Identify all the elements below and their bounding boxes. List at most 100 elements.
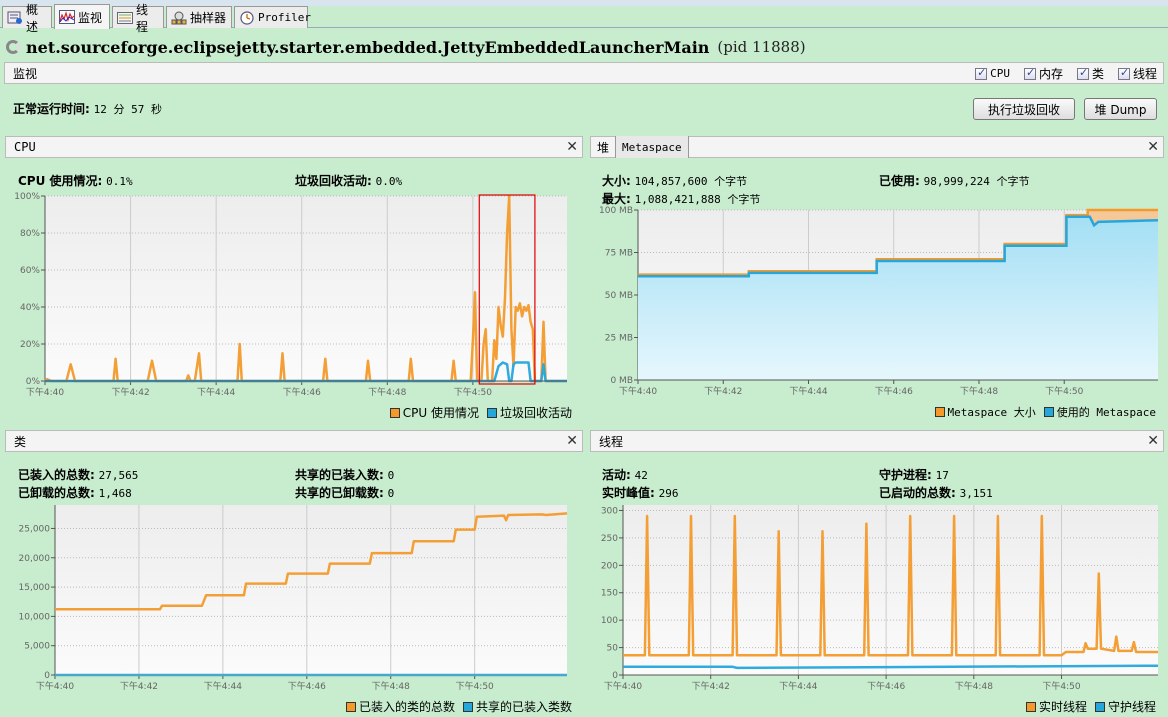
stat-label: 已卸载的总数: [18,486,95,500]
loaded-classes-stat: 已装入的总数: 27,565 [18,466,138,483]
x-tick-label: 下午4:50 [1045,385,1083,397]
uptime-label: 正常运行时间: [13,102,90,116]
metaspace-size-stat: 大小: 104,857,600 个字节 [602,172,747,189]
unloaded-classes-stat: 已卸载的总数: 1,468 [18,484,132,501]
checkbox-label: 类 [1091,67,1104,81]
stat-value: 104,857,600 个字节 [634,175,748,188]
x-tick-label: 下午4:48 [372,680,410,692]
classes-panel-header: 类 ✕ [5,430,583,452]
live-threads-stat: 活动: 42 [602,466,648,483]
metaspace-chart: 0 MB 25 MB 50 MB 75 MB 100 MB 下午4:40 下午4:42 下午4… [599,206,1159,397]
checkbox-label: CPU [990,67,1010,80]
x-tick-label: 下午4:48 [955,680,993,692]
gc-activity-stat: 垃圾回收活动: 0.0% [295,172,402,189]
heap-dump-button[interactable]: 堆 Dump [1084,98,1157,120]
stat-value: 98,999,224 个字节 [923,175,1030,188]
stat-label: 活动: [602,468,631,482]
tab-sampler[interactable]: 抽样器 [166,6,232,28]
x-tick-label: 下午4:50 [456,680,494,692]
close-icon[interactable]: ✕ [566,139,578,155]
tab-threads[interactable]: 线程 [112,3,164,34]
checkbox-checked-icon[interactable] [1023,66,1036,80]
monitor-header: 监视 CPU 内存 类 线程 [4,62,1164,84]
x-tick-label: 下午4:46 [288,680,326,692]
application-title: net.sourceforge.eclipsejetty.starter.emb… [6,36,806,58]
legend-item-cpu: CPU 使用情况 [389,404,479,421]
y-tick-label: 0 [44,671,50,681]
main-class-name: net.sourceforge.eclipsejetty.starter.emb… [26,37,710,57]
stat-label: 已装入的总数: [18,468,95,482]
uptime-value: 12 分 57 秒 [93,103,162,116]
daemon-threads-stat: 守护进程: 17 [879,466,949,483]
y-tick-label: 100 [601,616,618,626]
view-tab-strip: 概述 监视 线程 抽样器 Profiler [0,0,1168,34]
y-tick-label: 100% [14,192,40,202]
memory-checkbox[interactable]: 内存 [1023,65,1063,82]
stat-value: 0 [387,469,395,482]
tab-label: 抽样器 [190,11,227,25]
monitor-label: 监视 [13,66,38,81]
legend-label: 实时线程 [1038,700,1087,714]
y-tick-label: 15,000 [19,583,51,593]
x-tick-label: 下午4:46 [875,385,913,397]
legend-label: 垃圾回收活动 [499,406,572,420]
checkbox-checked-icon[interactable] [1117,66,1130,80]
process-id: (pid 11888) [717,38,806,56]
classes-checkbox[interactable]: 类 [1076,65,1104,82]
legend-swatch [1025,701,1036,712]
checkbox-checked-icon[interactable] [1076,66,1089,80]
threads-panel-header: 线程 ✕ [590,430,1164,452]
tab-overview[interactable]: 概述 [2,3,52,34]
checkbox-label: 线程 [1132,67,1157,81]
legend-label: CPU 使用情况 [402,406,479,420]
metaspace-used-stat: 已使用: 98,999,224 个字节 [879,172,1030,189]
stat-label: 已启动的总数: [879,486,956,500]
shared-unloaded-stat: 共享的已卸载数: 0 [295,484,394,501]
checkbox-checked-icon[interactable] [975,66,988,80]
plot-area [45,196,567,381]
stat-label: 共享的已装入数: [295,468,384,482]
classes-chart: 0 5,000 10,000 15,000 20,000 25,000 下午4:40 下午4:… [19,505,568,692]
close-icon[interactable]: ✕ [1147,139,1159,155]
close-icon[interactable]: ✕ [566,433,578,449]
x-tick-label: 下午4:44 [789,385,827,397]
close-icon[interactable]: ✕ [1147,433,1159,449]
y-tick-label: 40% [20,303,40,313]
legend-swatch [1043,407,1054,417]
x-tick-label: 下午4:48 [368,386,406,398]
classes-legend: 已装入的类的总数 共享的已装入类数 [345,698,572,715]
y-tick-label: 60% [20,266,40,276]
y-tick-label: 150 [601,589,618,599]
x-tick-label: 下午4:44 [204,680,242,692]
threads-checkbox[interactable]: 线程 [1117,65,1157,82]
legend-item-gc: 垃圾回收活动 [486,404,572,421]
x-tick-label: 下午4:42 [120,680,158,692]
cpu-checkbox[interactable]: CPU [975,66,1010,80]
legend-swatch [345,701,356,712]
uptime: 正常运行时间: 12 分 57 秒 [13,100,162,117]
tab-profiler[interactable]: Profiler [234,6,311,28]
threads-icon [117,11,133,25]
stat-value: 0 [387,487,395,500]
tab-heap[interactable]: 堆 [591,136,617,158]
profiler-icon [239,10,255,25]
x-tick-label: 下午4:42 [111,386,149,398]
legend-label: 使用的 Metaspace [1056,406,1156,419]
perform-gc-button[interactable]: 执行垃圾回收 [973,98,1075,120]
sampler-icon [171,11,187,25]
tab-metaspace[interactable]: Metaspace [616,136,689,158]
monitor-icon [59,10,75,24]
legend-item-loaded: 已装入的类的总数 [345,698,455,715]
overview-icon [7,11,23,25]
x-tick-label: 下午4:50 [1042,680,1080,692]
panel-toggles: CPU 内存 类 线程 [975,65,1157,82]
memory-panel-header: 堆 Metaspace ✕ [590,136,1164,158]
tab-monitor[interactable]: 监视 [54,4,110,29]
metaspace-legend: Metaspace 大小 使用的 Metaspace [934,404,1156,420]
plot-area [55,505,567,675]
y-tick-label: 10,000 [19,612,51,622]
stat-value: 27,565 [98,469,139,482]
y-tick-label: 20% [20,340,40,350]
x-tick-label: 下午4:40 [604,680,642,692]
y-tick-label: 25,000 [19,524,51,534]
